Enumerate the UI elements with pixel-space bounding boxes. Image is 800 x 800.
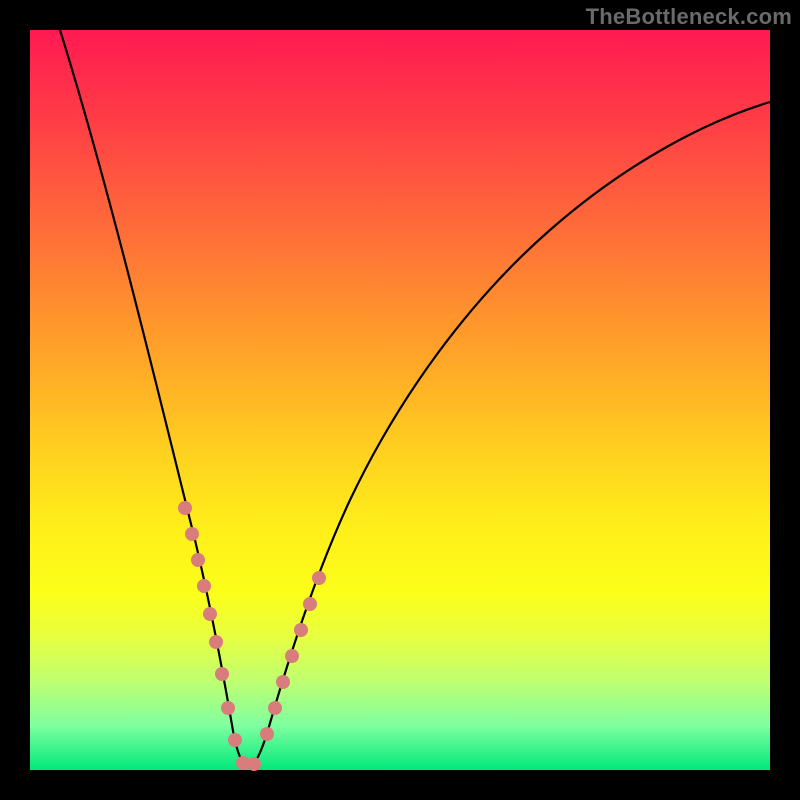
marker-dot xyxy=(303,597,317,611)
marker-dot xyxy=(185,527,199,541)
marker-dot xyxy=(191,553,205,567)
marker-dot xyxy=(285,649,299,663)
marker-dot xyxy=(260,727,274,741)
marker-dot xyxy=(203,607,217,621)
marker-dot xyxy=(221,701,235,715)
marker-dot xyxy=(268,701,282,715)
chart-frame: TheBottleneck.com xyxy=(0,0,800,800)
marker-dot xyxy=(294,623,308,637)
curve-right xyxy=(248,102,770,767)
marker-group xyxy=(178,501,326,771)
marker-dot xyxy=(228,733,242,747)
curve-left xyxy=(60,30,248,767)
watermark-text: TheBottleneck.com xyxy=(586,4,792,30)
marker-dot xyxy=(215,667,229,681)
bottleneck-curve xyxy=(30,30,770,770)
marker-dot xyxy=(247,757,261,771)
marker-dot xyxy=(276,675,290,689)
marker-dot xyxy=(178,501,192,515)
marker-dot xyxy=(197,579,211,593)
marker-dot xyxy=(312,571,326,585)
plot-area xyxy=(30,30,770,770)
marker-dot xyxy=(209,635,223,649)
